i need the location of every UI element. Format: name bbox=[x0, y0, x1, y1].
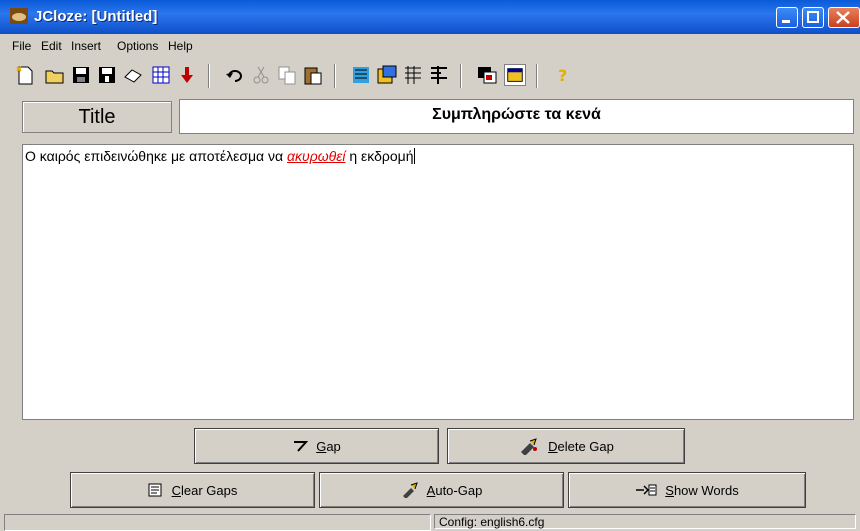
clear-gaps-label: lear Gaps bbox=[181, 482, 238, 498]
text-caret bbox=[413, 148, 415, 164]
status-pane-left bbox=[4, 514, 431, 531]
menu-options[interactable]: Options bbox=[117, 39, 158, 53]
delete-gap-label: elete Gap bbox=[557, 438, 614, 454]
toolbar: ? bbox=[0, 58, 860, 92]
copy-icon[interactable] bbox=[276, 64, 298, 86]
show-words-button-icon bbox=[636, 484, 657, 496]
auto-gap-button[interactable]: Auto-Gap bbox=[319, 472, 564, 508]
clear-gaps-button[interactable]: Clear Gaps bbox=[70, 472, 315, 508]
save-icon[interactable] bbox=[70, 64, 92, 86]
show-words-hotkey: S bbox=[665, 482, 674, 498]
clear-gaps-button-icon bbox=[148, 483, 162, 497]
settings-icon[interactable] bbox=[504, 64, 526, 86]
config-icon[interactable] bbox=[476, 64, 498, 86]
auto-gap-label: uto-Gap bbox=[435, 482, 483, 498]
show-words-button[interactable]: Show Words bbox=[568, 472, 806, 508]
eraser-icon[interactable] bbox=[122, 64, 144, 86]
text-editor[interactable]: Ο καιρός επιδεινώθηκε με αποτέλεσμα να α… bbox=[22, 144, 854, 420]
delete-gap-hotkey: D bbox=[548, 438, 558, 454]
auto-gap-icon[interactable] bbox=[376, 64, 398, 86]
paste-icon[interactable] bbox=[302, 64, 324, 86]
undo-icon[interactable] bbox=[224, 64, 246, 86]
download-icon[interactable] bbox=[176, 64, 198, 86]
svg-text:?: ? bbox=[558, 66, 567, 85]
help-icon[interactable]: ? bbox=[552, 64, 574, 86]
toolbar-separator bbox=[536, 64, 538, 88]
open-icon[interactable] bbox=[44, 64, 66, 86]
delete-gap-icon bbox=[521, 438, 538, 455]
title-bar: JCloze: [Untitled] bbox=[0, 0, 860, 34]
gap-button-icon bbox=[294, 441, 309, 452]
editor-text-after: η εκδρομή bbox=[345, 148, 414, 164]
toolbar-separator bbox=[334, 64, 336, 88]
menu-file[interactable]: File bbox=[12, 39, 31, 53]
editor-text-before: Ο καιρός επιδεινώθηκε με αποτέλεσμα να bbox=[25, 148, 288, 164]
gap-word[interactable]: ακυρωθεί bbox=[287, 148, 345, 164]
new-icon[interactable] bbox=[14, 64, 36, 86]
close-icon bbox=[836, 11, 850, 24]
show-words-icon[interactable] bbox=[428, 64, 450, 86]
maximize-button[interactable] bbox=[802, 7, 824, 28]
gap-button[interactable]: Gap bbox=[194, 428, 439, 464]
status-bar: Config: english6.cfg bbox=[0, 512, 860, 531]
status-config: Config: english6.cfg bbox=[434, 514, 856, 529]
gap-hotkey: G bbox=[316, 438, 327, 454]
auto-gap-button-icon bbox=[402, 482, 418, 498]
window-title: JCloze: [Untitled] bbox=[34, 8, 158, 25]
menu-insert[interactable]: Insert bbox=[71, 39, 101, 53]
menu-edit[interactable]: Edit bbox=[41, 39, 62, 53]
menu-bar: File Edit Insert Options Help bbox=[0, 36, 860, 56]
minimize-button[interactable] bbox=[776, 7, 798, 28]
title-input[interactable]: Συμπληρώστε τα κενά bbox=[179, 99, 854, 134]
close-button[interactable] bbox=[828, 7, 860, 28]
menu-help[interactable]: Help bbox=[168, 39, 193, 53]
save-as-icon[interactable] bbox=[96, 64, 118, 86]
toolbar-separator bbox=[460, 64, 462, 88]
cut-icon[interactable] bbox=[250, 64, 272, 86]
show-words-label: how Words bbox=[673, 482, 739, 498]
web-icon[interactable] bbox=[150, 64, 172, 86]
title-label: Title bbox=[22, 101, 172, 133]
gap-icon[interactable] bbox=[350, 64, 372, 86]
clear-gaps-icon[interactable] bbox=[402, 64, 424, 86]
minimize-icon bbox=[782, 20, 790, 23]
maximize-icon bbox=[807, 11, 819, 23]
editor-line: Ο καιρός επιδεινώθηκε με αποτέλεσμα να α… bbox=[25, 148, 415, 164]
app-icon bbox=[10, 8, 28, 24]
toolbar-separator bbox=[208, 64, 210, 88]
gap-label: ap bbox=[326, 438, 341, 454]
delete-gap-button[interactable]: Delete Gap bbox=[447, 428, 685, 464]
clear-gaps-hotkey: C bbox=[171, 482, 181, 498]
